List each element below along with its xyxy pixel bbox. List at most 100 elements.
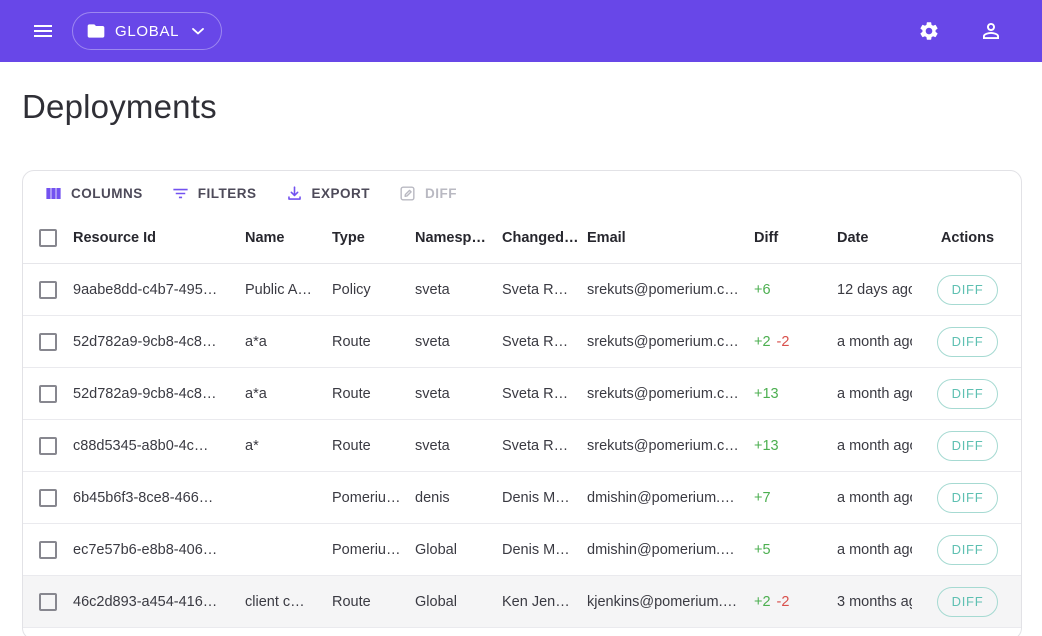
table-row[interactable]: c88d5345-a8b0-4c…a*RoutesvetaSveta R…sre… xyxy=(23,420,1021,472)
diff-added: +7 xyxy=(754,490,771,506)
row-checkbox[interactable] xyxy=(39,593,57,611)
row-checkbox[interactable] xyxy=(39,437,57,455)
cell-date: a month ago xyxy=(837,438,912,454)
cell-email: srekuts@pomerium.c… xyxy=(587,282,754,298)
cell-diff: +13 xyxy=(754,438,837,454)
cell-namespace: sveta xyxy=(415,386,502,402)
cell-type: Route xyxy=(332,386,415,402)
person-icon xyxy=(979,19,1003,43)
cell-namespace: Global xyxy=(415,594,502,610)
table-row[interactable]: 52d782a9-9cb8-4c8…a*aRoutesvetaSveta R…s… xyxy=(23,368,1021,420)
cell-actions: DIFF xyxy=(912,535,1022,565)
cell-date: a month ago xyxy=(837,490,912,506)
cell-email: dmishin@pomerium.… xyxy=(587,542,754,558)
table-row[interactable]: 6b45b6f3-8ce8-466…Pomeriu…denisDenis M…d… xyxy=(23,472,1021,524)
cell-diff: +13 xyxy=(754,386,837,402)
cell-resource-id: 9aabe8dd-c4b7-495… xyxy=(73,282,245,298)
columns-button[interactable]: COLUMNS xyxy=(33,178,154,209)
row-checkbox[interactable] xyxy=(39,541,57,559)
row-checkbox-cell xyxy=(23,489,73,507)
diff-toolbar-button-label: DIFF xyxy=(425,186,457,201)
cell-namespace: sveta xyxy=(415,282,502,298)
column-header-resource-id[interactable]: Resource Id xyxy=(73,230,245,246)
cell-type: Pomeriu… xyxy=(332,490,415,506)
export-button[interactable]: EXPORT xyxy=(274,178,382,209)
menu-button[interactable] xyxy=(22,10,64,52)
cell-type: Route xyxy=(332,438,415,454)
column-header-diff[interactable]: Diff xyxy=(754,230,837,246)
cell-resource-id: ec7e57b6-e8b8-406… xyxy=(73,542,245,558)
cell-diff: +6 xyxy=(754,282,837,298)
row-checkbox[interactable] xyxy=(39,489,57,507)
cell-type: Policy xyxy=(332,282,415,298)
cell-namespace: denis xyxy=(415,490,502,506)
diff-toolbar-button: DIFF xyxy=(387,178,468,209)
diff-removed: -2 xyxy=(777,594,790,610)
table-body: 9aabe8dd-c4b7-495…Public A…PolicysvetaSv… xyxy=(23,264,1021,628)
filters-button-label: FILTERS xyxy=(198,186,257,201)
column-header-email[interactable]: Email xyxy=(587,230,754,246)
diff-added: +6 xyxy=(754,282,771,298)
table-row[interactable]: 46c2d893-a454-416…client c…RouteGlobalKe… xyxy=(23,576,1021,628)
row-diff-button[interactable]: DIFF xyxy=(937,275,999,305)
table-toolbar: COLUMNS FILTERS EXPORT DIFF xyxy=(23,171,1021,213)
row-diff-button[interactable]: DIFF xyxy=(937,587,999,617)
cell-actions: DIFF xyxy=(912,327,1022,357)
column-header-namespace[interactable]: Namesp… xyxy=(415,230,502,246)
diff-added: +2 xyxy=(754,594,771,610)
header-checkbox-cell xyxy=(23,229,73,247)
cell-resource-id: c88d5345-a8b0-4c… xyxy=(73,438,245,454)
cell-resource-id: 52d782a9-9cb8-4c8… xyxy=(73,334,245,350)
row-checkbox[interactable] xyxy=(39,281,57,299)
cell-name: a* xyxy=(245,438,332,454)
cell-type: Route xyxy=(332,334,415,350)
row-checkbox-cell xyxy=(23,281,73,299)
settings-button[interactable] xyxy=(908,10,950,52)
cell-name: a*a xyxy=(245,386,332,402)
cell-namespace: sveta xyxy=(415,334,502,350)
diff-removed: -2 xyxy=(777,334,790,350)
row-diff-button[interactable]: DIFF xyxy=(937,535,999,565)
cell-changed-by: Denis M… xyxy=(502,490,587,506)
select-all-checkbox[interactable] xyxy=(39,229,57,247)
cell-name: Public A… xyxy=(245,282,332,298)
row-checkbox-cell xyxy=(23,333,73,351)
edit-diff-icon xyxy=(398,184,417,203)
export-icon xyxy=(285,184,304,203)
row-checkbox-cell xyxy=(23,593,73,611)
cell-date: 12 days ago xyxy=(837,282,912,298)
table-row[interactable]: 52d782a9-9cb8-4c8…a*aRoutesvetaSveta R…s… xyxy=(23,316,1021,368)
row-checkbox[interactable] xyxy=(39,333,57,351)
column-header-name[interactable]: Name xyxy=(245,230,332,246)
column-header-type[interactable]: Type xyxy=(332,230,415,246)
columns-button-label: COLUMNS xyxy=(71,186,143,201)
export-button-label: EXPORT xyxy=(312,186,371,201)
column-header-actions[interactable]: Actions xyxy=(912,230,1022,246)
cell-email: srekuts@pomerium.c… xyxy=(587,334,754,350)
cell-actions: DIFF xyxy=(912,483,1022,513)
account-button[interactable] xyxy=(970,10,1012,52)
row-checkbox-cell xyxy=(23,541,73,559)
cell-type: Pomeriu… xyxy=(332,542,415,558)
diff-added: +2 xyxy=(754,334,771,350)
namespace-selector[interactable]: GLOBAL xyxy=(72,12,222,50)
cell-namespace: Global xyxy=(415,542,502,558)
table-row[interactable]: ec7e57b6-e8b8-406…Pomeriu…GlobalDenis M…… xyxy=(23,524,1021,576)
row-diff-button[interactable]: DIFF xyxy=(937,327,999,357)
table-row[interactable]: 9aabe8dd-c4b7-495…Public A…PolicysvetaSv… xyxy=(23,264,1021,316)
app-bar: GLOBAL xyxy=(0,0,1042,62)
row-checkbox-cell xyxy=(23,437,73,455)
cell-date: a month ago xyxy=(837,334,912,350)
cell-changed-by: Sveta R… xyxy=(502,334,587,350)
row-diff-button[interactable]: DIFF xyxy=(937,483,999,513)
table-header-row: Resource IdNameTypeNamesp…Changed…EmailD… xyxy=(23,213,1021,264)
cell-diff: +2 -2 xyxy=(754,594,837,610)
row-diff-button[interactable]: DIFF xyxy=(937,431,999,461)
column-header-date[interactable]: Date xyxy=(837,230,912,246)
row-checkbox[interactable] xyxy=(39,385,57,403)
cell-date: 3 months ago xyxy=(837,594,912,610)
column-header-changed-by[interactable]: Changed… xyxy=(502,230,587,246)
filters-button[interactable]: FILTERS xyxy=(160,178,268,209)
cell-actions: DIFF xyxy=(912,587,1022,617)
row-diff-button[interactable]: DIFF xyxy=(937,379,999,409)
